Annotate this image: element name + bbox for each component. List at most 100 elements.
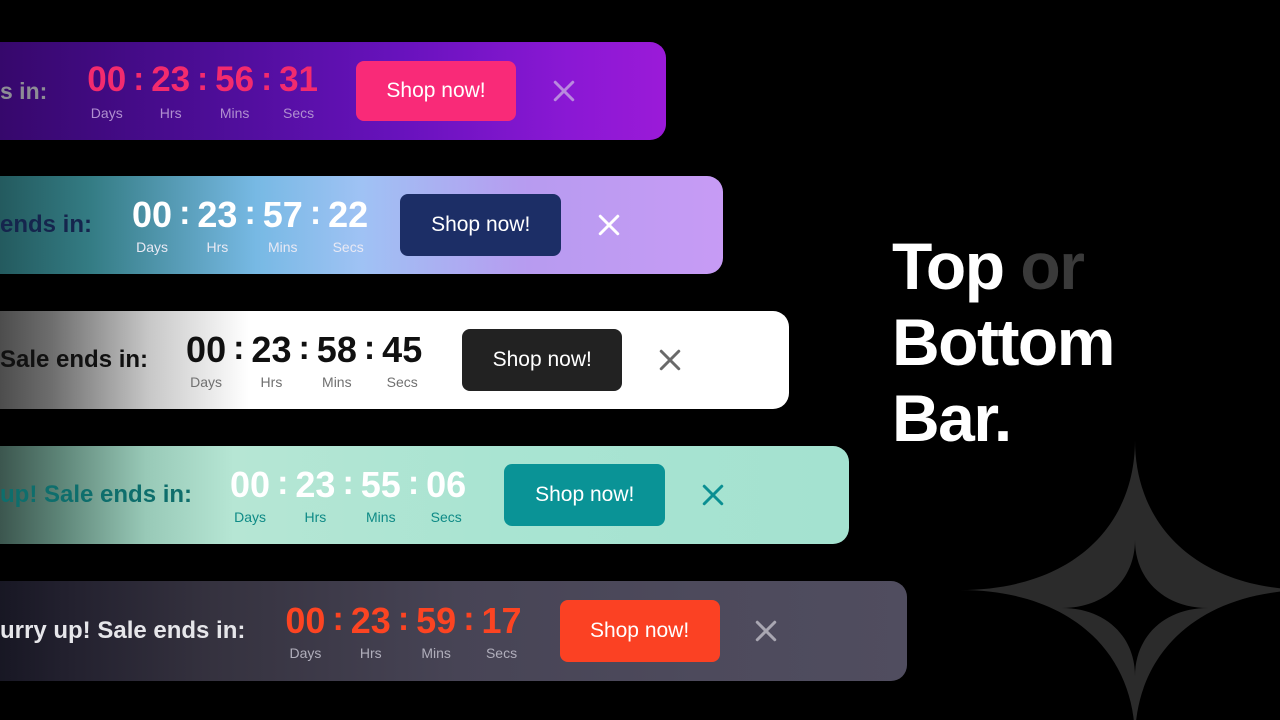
- timer-value-minutes: 59: [416, 599, 457, 641]
- close-icon: [755, 620, 776, 642]
- timer-separator: :: [244, 193, 256, 232]
- timer-separator: :: [298, 328, 310, 367]
- shop-now-button[interactable]: Shop now!: [400, 194, 562, 256]
- close-icon: [598, 214, 620, 236]
- bar-label: up! Sale ends in:: [0, 481, 193, 508]
- timer-separator: :: [261, 60, 273, 98]
- timer-value-minutes: 57: [262, 193, 303, 235]
- timer-caption-hours: Hrs: [260, 374, 283, 391]
- timer-unit-seconds: 06 Secs: [426, 465, 466, 524]
- bar-label: s in:: [0, 77, 48, 104]
- timer-caption-hours: Hrs: [359, 645, 382, 662]
- timer-unit-seconds: 22 Secs: [328, 193, 369, 256]
- timer-separator: :: [342, 463, 354, 502]
- timer-value-days: 00: [285, 599, 326, 641]
- timer-caption-days: Days: [289, 645, 322, 662]
- timer-separator: :: [179, 193, 191, 232]
- timer-unit-hours: 23 Hrs: [151, 60, 191, 120]
- timer-caption-minutes: Mins: [366, 509, 396, 526]
- timer-separator: :: [363, 328, 376, 367]
- timer-value-hours: 23: [350, 599, 391, 641]
- timer-separator: :: [197, 60, 209, 98]
- countdown-bar-purple: s in: 00 Days : 23 Hrs : 56 Mins : 31 Se…: [0, 42, 666, 140]
- close-button[interactable]: [544, 71, 584, 111]
- timer-value-days: 00: [87, 60, 127, 100]
- timer-unit-seconds: 45 Secs: [382, 328, 423, 391]
- timer-caption-minutes: Mins: [421, 645, 451, 662]
- bar-label: Sale ends in:: [0, 346, 149, 373]
- timer-value-seconds: 31: [279, 60, 319, 100]
- countdown-timer: 00 Days : 23 Hrs : 57 Mins : 22 Secs: [132, 193, 369, 256]
- close-button[interactable]: [589, 205, 629, 245]
- timer-unit-days: 00 Days: [186, 328, 227, 391]
- timer-separator: :: [133, 60, 145, 98]
- timer-separator: :: [463, 599, 475, 638]
- shop-now-button[interactable]: Shop now!: [356, 61, 517, 121]
- timer-caption-days: Days: [190, 374, 223, 391]
- timer-unit-minutes: 55 Mins: [360, 463, 401, 526]
- timer-caption-seconds: Secs: [485, 645, 518, 662]
- timer-value-hours: 23: [251, 328, 292, 370]
- timer-separator: :: [233, 328, 245, 367]
- timer-caption-minutes: Mins: [219, 104, 250, 121]
- countdown-bar-lavender: ends in: 00 Days : 23 Hrs : 57 Mins : 22…: [0, 176, 723, 274]
- timer-caption-days: Days: [136, 239, 168, 256]
- sparkle-icon: [960, 440, 1280, 720]
- timer-caption-minutes: Mins: [322, 374, 352, 391]
- timer-unit-minutes: 59 Mins: [416, 599, 457, 662]
- close-button[interactable]: [693, 475, 733, 515]
- close-button[interactable]: [746, 611, 786, 651]
- timer-caption-days: Days: [90, 104, 123, 121]
- timer-separator: :: [277, 463, 289, 502]
- timer-caption-seconds: Secs: [332, 239, 364, 256]
- timer-value-days: 00: [132, 193, 173, 235]
- countdown-timer: 00 Days : 23 Hrs : 55 Mins : 06 Secs: [230, 463, 466, 526]
- timer-caption-seconds: Secs: [283, 104, 315, 121]
- bar-label: urry up! Sale ends in:: [0, 617, 246, 644]
- timer-separator: :: [309, 193, 322, 232]
- timer-unit-seconds: 31 Secs: [279, 60, 319, 121]
- headline-word-bottom: Bottom: [892, 305, 1115, 379]
- close-button[interactable]: [650, 340, 690, 380]
- timer-value-minutes: 55: [360, 463, 401, 505]
- bar-label: ends in:: [0, 211, 93, 238]
- shop-now-button[interactable]: Shop now!: [504, 464, 666, 526]
- countdown-timer: 00 Days : 23 Hrs : 56 Mins : 31 Secs: [87, 60, 319, 121]
- timer-value-minutes: 56: [215, 60, 255, 100]
- timer-caption-hours: Hrs: [206, 239, 229, 256]
- headline-word-bar: Bar.: [892, 381, 1012, 455]
- countdown-bar-slate: urry up! Sale ends in: 00 Days : 23 Hrs …: [0, 581, 907, 681]
- countdown-bar-white: Sale ends in: 00 Days : 23 Hrs : 58 Mins…: [0, 311, 789, 409]
- timer-value-seconds: 17: [481, 599, 522, 641]
- timer-unit-days: 00 Days: [132, 193, 173, 256]
- timer-value-hours: 23: [151, 60, 191, 100]
- timer-value-hours: 23: [197, 193, 238, 235]
- timer-unit-hours: 23 Hrs: [295, 463, 336, 526]
- timer-unit-minutes: 58 Mins: [316, 328, 357, 391]
- timer-value-seconds: 22: [328, 193, 369, 235]
- screen: Top or Bottom Bar. s in: 00 Days : 23 Hr…: [0, 0, 1280, 720]
- timer-caption-hours: Hrs: [304, 509, 327, 526]
- timer-value-minutes: 58: [316, 328, 357, 370]
- timer-caption-seconds: Secs: [386, 374, 418, 391]
- close-icon: [702, 484, 724, 506]
- timer-unit-seconds: 17 Secs: [481, 599, 522, 662]
- close-icon: [659, 349, 681, 371]
- shop-now-button[interactable]: Shop now!: [462, 329, 623, 391]
- timer-separator: :: [332, 599, 344, 638]
- timer-unit-minutes: 56 Mins: [215, 60, 255, 121]
- countdown-bar-mint: up! Sale ends in: 00 Days : 23 Hrs : 55 …: [0, 446, 849, 544]
- timer-caption-days: Days: [234, 509, 266, 526]
- timer-value-days: 00: [186, 328, 227, 370]
- headline-word-top: Top: [892, 229, 1005, 303]
- timer-separator: :: [407, 463, 420, 502]
- timer-unit-days: 00 Days: [285, 599, 326, 662]
- timer-value-seconds: 45: [382, 328, 423, 370]
- countdown-timer: 00 Days : 23 Hrs : 59 Mins : 17 Secs: [285, 599, 522, 662]
- timer-value-hours: 23: [295, 463, 336, 505]
- shop-now-button[interactable]: Shop now!: [559, 600, 720, 662]
- countdown-timer: 00 Days : 23 Hrs : 58 Mins : 45 Secs: [186, 328, 423, 391]
- close-icon: [553, 80, 575, 102]
- timer-unit-hours: 23 Hrs: [350, 599, 391, 662]
- timer-unit-hours: 23 Hrs: [251, 328, 292, 391]
